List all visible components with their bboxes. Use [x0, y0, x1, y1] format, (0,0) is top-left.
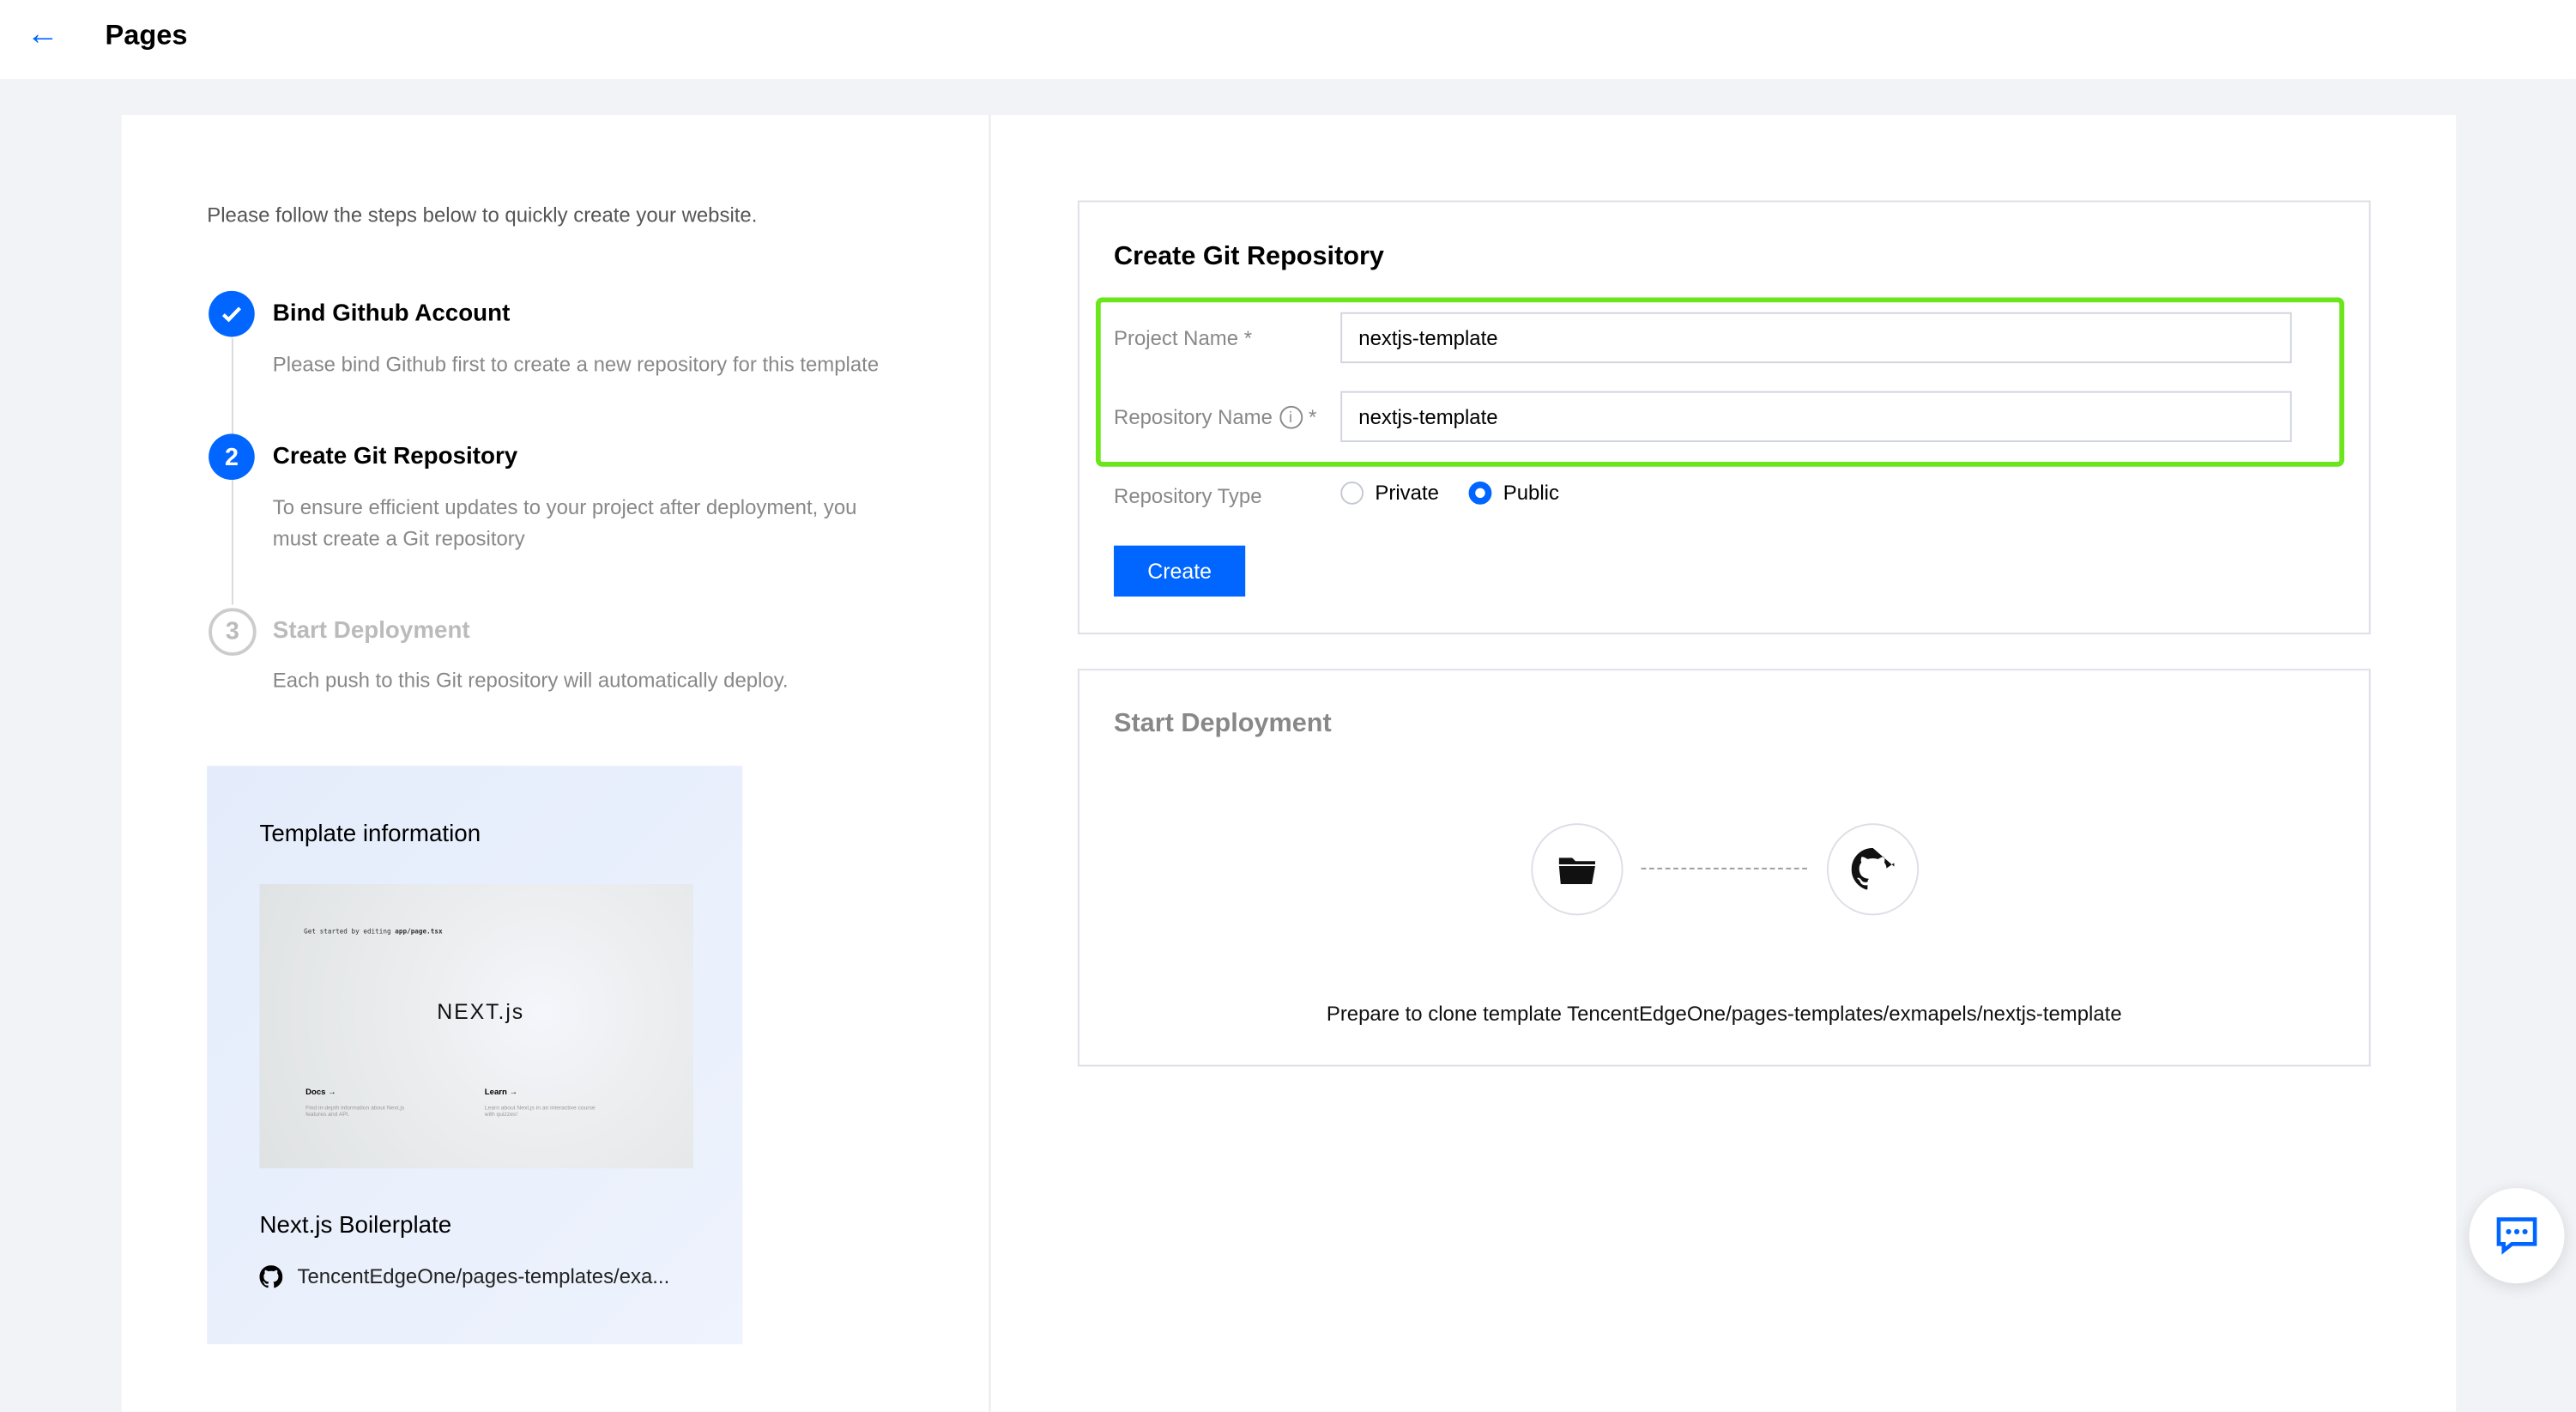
radio-private-circle[interactable]	[1340, 481, 1364, 505]
github-icon	[1826, 823, 1920, 916]
info-icon[interactable]: i	[1279, 405, 1303, 429]
step-1-desc: Please bind Github first to create a new…	[272, 353, 880, 377]
step-1-check-icon	[209, 290, 255, 337]
step-2-number: 2	[209, 433, 255, 481]
repo-type-label: Repository Type	[1114, 484, 1262, 508]
project-name-label: Project Name *	[1114, 327, 1252, 350]
radio-private-label: Private	[1375, 481, 1439, 505]
preview-learn-desc: Learn about Next.js in an interactive co…	[484, 1104, 596, 1118]
project-name-input[interactable]	[1340, 312, 2292, 364]
repo-name-label: Repository Name i *	[1114, 405, 1317, 429]
preview-file: app/page.tsx	[395, 926, 443, 936]
folder-icon	[1531, 823, 1624, 916]
chat-button[interactable]	[2469, 1188, 2565, 1284]
template-repo-link[interactable]: TencentEdgeOne/pages-templates/exa...	[298, 1265, 670, 1288]
template-name: Next.js Boilerplate	[259, 1212, 452, 1239]
step-3-number: 3	[209, 608, 257, 656]
create-repo-title: Create Git Repository	[1114, 243, 1384, 271]
template-card: Template information Get started by edit…	[207, 766, 743, 1345]
radio-public[interactable]: Public	[1468, 481, 1559, 505]
nextjs-logo: NEXT.js	[437, 999, 525, 1024]
step-2-desc: To ensure efficient updates to your proj…	[272, 496, 857, 551]
github-icon	[259, 1265, 283, 1288]
repo-name-input[interactable]	[1340, 391, 2292, 443]
top-header: ← Pages	[0, 0, 2576, 79]
radio-public-label: Public	[1503, 481, 1559, 505]
radio-private[interactable]: Private	[1340, 481, 1439, 505]
intro-text: Please follow the steps below to quickly…	[207, 203, 758, 227]
preview-docs: Docs →	[305, 1088, 336, 1098]
divider	[989, 115, 991, 1412]
preview-hint: Get started by editing	[304, 926, 391, 936]
preview-docs-desc: Find in-depth information about Next.js …	[305, 1104, 405, 1118]
deploy-title: Start Deployment	[1114, 710, 1332, 738]
step-3-desc: Each push to this Git repository will au…	[272, 669, 789, 693]
step-2-title: Create Git Repository	[272, 443, 518, 470]
project-name-label-text: Project Name	[1114, 326, 1239, 350]
repo-name-label-text: Repository Name	[1114, 405, 1273, 429]
template-heading: Template information	[259, 821, 481, 848]
step-1-title: Bind Github Account	[272, 300, 511, 327]
dashed-connector	[1641, 867, 1807, 870]
page-title: Pages	[105, 19, 188, 52]
create-button[interactable]: Create	[1114, 545, 1246, 597]
required-mark: *	[1309, 405, 1317, 429]
arrow-left-icon[interactable]: ←	[27, 16, 59, 54]
preview-learn: Learn →	[484, 1088, 518, 1098]
template-preview-image: Get started by editing app/page.tsx NEXT…	[259, 884, 693, 1169]
clone-message: Prepare to clone template TencentEdgeOne…	[1326, 1002, 2122, 1026]
radio-public-circle[interactable]	[1468, 481, 1492, 505]
step-3-title: Start Deployment	[272, 617, 470, 645]
required-mark: *	[1243, 326, 1253, 350]
chat-icon	[2496, 1217, 2537, 1255]
